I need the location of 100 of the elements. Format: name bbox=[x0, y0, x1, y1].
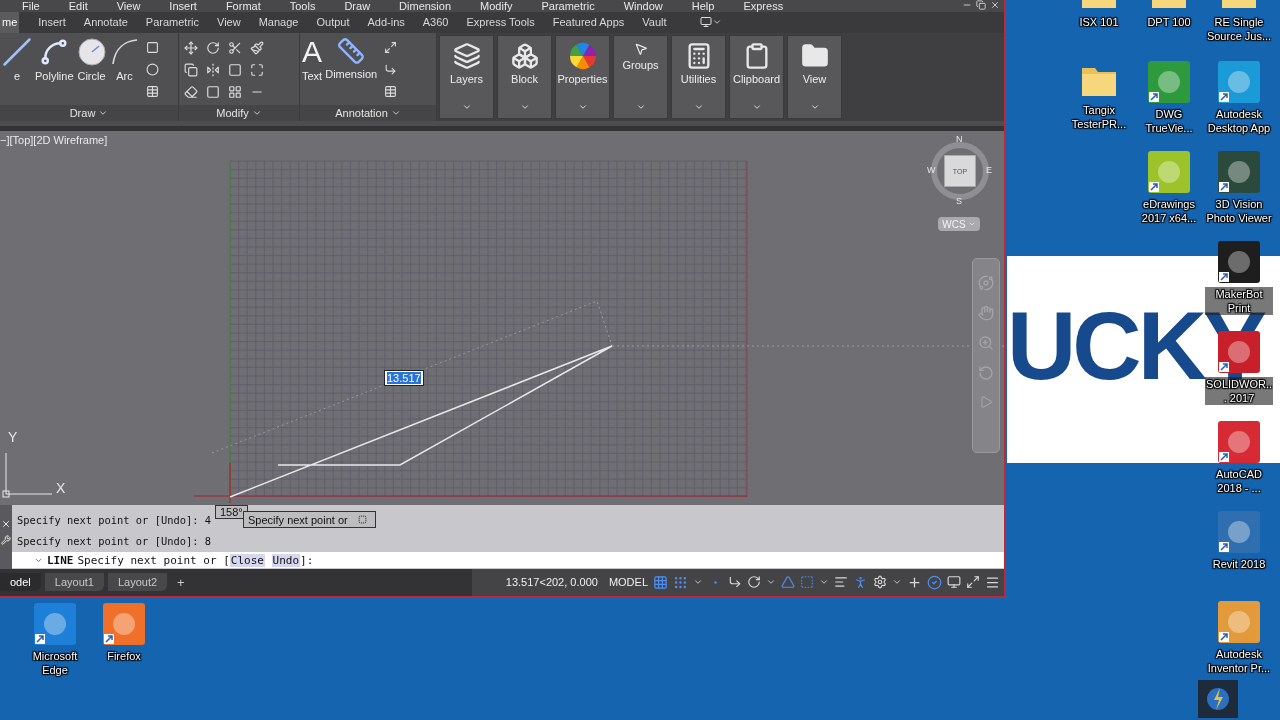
menu-item[interactable]: Draw bbox=[344, 0, 371, 12]
ribbon-panel-button[interactable]: View bbox=[787, 34, 842, 119]
menu-item[interactable]: Modify bbox=[480, 0, 513, 12]
restore-icon[interactable] bbox=[976, 0, 986, 10]
ruler-icon bbox=[337, 36, 366, 65]
array-icon[interactable] bbox=[228, 84, 242, 99]
menu-item[interactable]: File bbox=[22, 0, 40, 12]
desktop-icon-label[interactable]: DPT 100 bbox=[1147, 15, 1191, 29]
ribbon-tab[interactable]: View bbox=[208, 11, 250, 33]
ribbon-panel-button[interactable]: Block bbox=[497, 34, 552, 119]
app-icon[interactable] bbox=[1217, 510, 1261, 554]
draw-tool[interactable]: Circle bbox=[75, 36, 108, 82]
menu-item[interactable]: Parametric bbox=[541, 0, 595, 12]
layout-tab[interactable]: odel bbox=[0, 573, 41, 592]
desktop-icon-label[interactable]: ISX 101 bbox=[1079, 15, 1119, 29]
ribbon-tab[interactable]: Annotate bbox=[74, 11, 137, 33]
desktop-icon-label[interactable]: DWG TrueVie... bbox=[1135, 107, 1203, 135]
model-space-toggle[interactable]: MODEL bbox=[608, 576, 648, 589]
layout-tab[interactable]: Layout1 bbox=[44, 573, 104, 592]
ribbon-tab[interactable]: Output bbox=[307, 11, 359, 33]
settings-icon[interactable] bbox=[873, 575, 887, 590]
trim-icon[interactable] bbox=[228, 40, 242, 55]
desktop-icon-label[interactable]: 3D Vision Photo Viewer bbox=[1205, 197, 1273, 225]
mirror-icon[interactable] bbox=[206, 62, 220, 77]
plus-icon[interactable] bbox=[907, 575, 922, 590]
ribbon-panel-button[interactable]: Groups bbox=[613, 34, 668, 119]
ribbon-tab[interactable]: Add-ins bbox=[358, 11, 414, 33]
move-icon[interactable] bbox=[184, 40, 198, 55]
ribbon-tab[interactable]: Vault bbox=[633, 11, 676, 33]
angle-tooltip: 158° bbox=[215, 505, 248, 519]
ribbon-panel-button[interactable]: Properties bbox=[555, 34, 610, 119]
menu-item[interactable]: View bbox=[116, 0, 141, 12]
menu-item[interactable]: Edit bbox=[68, 0, 88, 12]
floating-app-button[interactable] bbox=[1198, 680, 1238, 718]
grid-icon[interactable] bbox=[653, 575, 668, 590]
app-icon[interactable] bbox=[33, 602, 77, 646]
erase-icon[interactable] bbox=[184, 84, 198, 99]
draw-tool[interactable]: Polyline bbox=[34, 36, 75, 82]
wrench-icon[interactable] bbox=[1, 535, 11, 545]
ribbon-panel-button[interactable]: Layers bbox=[439, 34, 494, 119]
app-icon[interactable] bbox=[102, 602, 146, 646]
menu-item[interactable]: Format bbox=[225, 0, 261, 12]
menu-item[interactable]: Help bbox=[691, 0, 715, 12]
app-icon[interactable] bbox=[1217, 60, 1261, 104]
panel-title[interactable]: Modify bbox=[179, 104, 299, 121]
desktop-icon-label[interactable]: Tangix TesterPR... bbox=[1065, 103, 1133, 131]
draw-tool[interactable]: e bbox=[1, 36, 33, 82]
ribbon-tab[interactable]: Featured Apps bbox=[543, 11, 634, 33]
menu-item[interactable]: Insert bbox=[169, 0, 197, 12]
ribbon-tab[interactable]: Parametric bbox=[136, 11, 209, 33]
rectangle-icon[interactable] bbox=[146, 41, 160, 55]
desktop-icon-label[interactable]: Firefox bbox=[107, 649, 141, 663]
menu-item[interactable]: Tools bbox=[289, 0, 316, 12]
brush-icon[interactable] bbox=[250, 40, 264, 55]
app-icon[interactable] bbox=[1217, 330, 1261, 374]
app-icon[interactable] bbox=[1147, 150, 1191, 194]
desktop-icon-label[interactable]: Microsoft Edge bbox=[21, 649, 89, 677]
ribbon-panel-button[interactable]: Utilities bbox=[671, 34, 726, 119]
desktop-icon-label[interactable]: eDrawings 2017 x64... bbox=[1135, 197, 1203, 225]
text-tool[interactable]: A Text bbox=[301, 36, 324, 82]
close-icon[interactable] bbox=[990, 0, 1000, 10]
app-icon[interactable] bbox=[1217, 420, 1261, 464]
ribbon-tab[interactable]: Express Tools bbox=[457, 11, 544, 33]
menu-item[interactable]: Express bbox=[743, 0, 784, 12]
layout-tab[interactable]: Layout2 bbox=[107, 573, 168, 592]
menu-item[interactable]: Dimension bbox=[399, 0, 452, 12]
desktop-icon-label[interactable]: RE Single Source Jus... bbox=[1205, 15, 1273, 43]
app-icon[interactable] bbox=[1217, 600, 1261, 644]
app-icon[interactable] bbox=[1217, 240, 1261, 284]
ribbon-tab[interactable]: Manage bbox=[249, 11, 308, 33]
ribbon-tab[interactable]: Insert bbox=[29, 11, 75, 33]
command-input[interactable]: LINE Specify next point or [Close Undo]: bbox=[12, 552, 1004, 568]
menu-icon[interactable] bbox=[985, 575, 1000, 590]
add-layout-tab[interactable]: + bbox=[171, 575, 191, 590]
color-wheel-icon bbox=[568, 41, 597, 70]
app-icon[interactable] bbox=[1217, 150, 1261, 194]
rotate-icon[interactable] bbox=[206, 40, 220, 55]
desktop-icon-label[interactable]: Autodesk Desktop App bbox=[1205, 107, 1273, 135]
close-icon[interactable] bbox=[1, 519, 11, 529]
compass-south: S bbox=[956, 196, 962, 207]
compass-east: E bbox=[986, 165, 992, 176]
panel-title[interactable]: Annotation bbox=[300, 104, 436, 121]
dimension-input[interactable]: 13.517 bbox=[384, 370, 424, 387]
ribbon-panel-button[interactable]: Clipboard bbox=[729, 34, 784, 119]
app-icon[interactable] bbox=[1147, 60, 1191, 104]
menu-item[interactable]: Window bbox=[623, 0, 663, 12]
ribbon-tab[interactable]: A360 bbox=[413, 11, 458, 33]
ribbon-tab[interactable]: me bbox=[0, 11, 20, 33]
desktop-icon-label[interactable]: Revit 2018 bbox=[1212, 557, 1266, 571]
draw-tool[interactable]: Arc bbox=[108, 36, 141, 82]
viewport-label[interactable]: −][Top][2D Wireframe] bbox=[0, 134, 108, 147]
panel-title[interactable]: Draw bbox=[0, 104, 178, 121]
table-icon[interactable] bbox=[146, 85, 160, 99]
fullscreen-icon[interactable] bbox=[966, 575, 980, 590]
table-icon[interactable] bbox=[383, 85, 397, 99]
desktop-icon-label[interactable]: AutoCAD 2018 - ... bbox=[1205, 467, 1273, 495]
copy-icon[interactable] bbox=[184, 62, 198, 77]
desktop-icon-label[interactable]: Autodesk Inventor Pr... bbox=[1205, 647, 1273, 675]
dimension-tool[interactable]: Dimension bbox=[324, 36, 379, 80]
pointer-icon bbox=[633, 41, 648, 56]
